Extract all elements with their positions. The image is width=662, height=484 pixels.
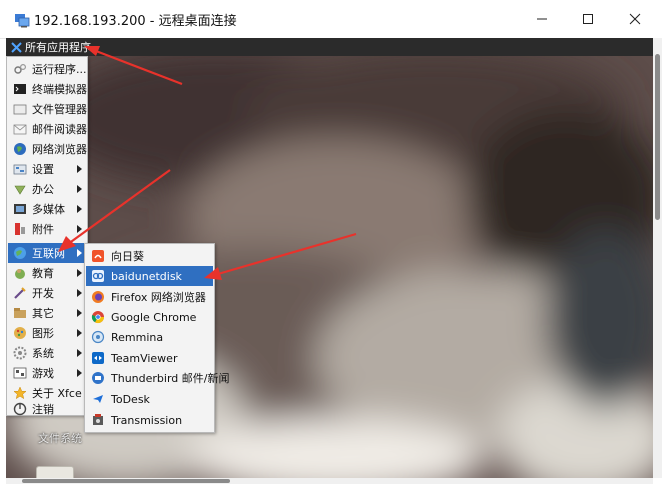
submenu-item-sunlogin[interactable]: 向日葵 [86,246,213,266]
chevron-right-icon [77,309,82,317]
settings-icon [13,164,27,175]
menu-item-run-program[interactable]: 运行程序... [8,59,87,79]
applications-menu-button[interactable]: 所有应用程序 [8,38,94,56]
menu-item-games[interactable]: 游戏 [8,363,86,383]
thunderbird-icon [92,372,104,384]
chevron-right-icon [77,205,82,213]
office-icon [14,185,26,195]
games-icon [13,367,27,379]
menu-item-internet[interactable]: 互联网 [8,243,86,263]
submenu-item-baidunetdisk[interactable]: baidunetdisk [86,266,213,286]
vertical-scroll-thumb[interactable] [655,54,660,220]
window-title: 192.168.193.200 - 远程桌面连接 [34,14,237,29]
submenu-item-transmission[interactable]: Transmission [86,410,213,430]
submenu-item-teamviewer[interactable]: TeamViewer [86,348,213,368]
chevron-right-icon [77,185,82,193]
menu-item-system[interactable]: 系统 [8,343,86,363]
development-icon [14,287,26,299]
menu-item-terminal[interactable]: 终端模拟器 [8,79,87,99]
chevron-right-icon [77,249,82,257]
logout-icon [13,402,27,416]
horizontal-scrollbar[interactable] [6,478,653,484]
submenu-item-remmina[interactable]: Remmina [86,327,213,347]
menu-item-about-xfce[interactable]: 关于 Xfce [8,383,86,403]
submenu-item-thunderbird[interactable]: Thunderbird 邮件/新闻 [86,368,229,388]
multimedia-icon [14,204,26,214]
menu-item-education[interactable]: 教育 [8,263,86,283]
internet-submenu: 向日葵 baidunetdisk Firefox 网络浏览器 Google Ch… [84,243,229,433]
submenu-item-google-chrome[interactable]: Google Chrome [86,307,213,327]
xfce-top-panel: 所有应用程序 [6,38,653,56]
minimize-button[interactable] [519,0,565,38]
menu-item-logout[interactable]: 注销 [8,402,86,416]
menu-item-file-manager[interactable]: 文件管理器 [8,99,87,119]
star-icon [13,386,27,400]
firefox-icon [92,291,104,303]
teamviewer-icon [92,352,104,364]
graphics-icon [14,327,26,339]
menu-item-settings[interactable]: 设置 [8,159,86,179]
folder-icon [13,104,27,115]
chevron-right-icon [77,225,82,233]
menu-item-office[interactable]: 办公 [8,179,86,199]
close-icon [629,13,641,25]
accessories-icon [15,223,25,235]
mail-icon [13,124,27,135]
desktop-icon-label: 文件系统 [38,432,82,445]
menu-item-development[interactable]: 开发 [8,283,86,303]
transmission-icon [93,414,103,425]
remote-desktop-icon [15,14,30,28]
menu-item-other[interactable]: 其它 [8,303,86,323]
chevron-right-icon [77,289,82,297]
todesk-icon [93,395,103,403]
xfce-logo-icon [11,41,22,53]
system-icon [13,346,27,360]
other-icon [14,308,26,318]
run-icon [14,63,27,74]
drive-icon[interactable] [36,466,74,478]
minimize-icon [537,18,547,20]
window-titlebar: 192.168.193.200 - 远程桌面连接 [0,0,662,39]
chevron-right-icon [77,165,82,173]
remmina-icon [91,330,105,344]
sunlogin-icon [92,250,104,262]
chevron-right-icon [77,369,82,377]
chevron-right-icon [77,329,82,337]
internet-icon [14,247,26,259]
menu-item-graphics[interactable]: 图形 [8,323,86,343]
menu-item-web-browser[interactable]: 网络浏览器 [8,139,87,159]
remote-desktop-viewport[interactable]: 所有应用程序 文件系统 运行程序... 终端模拟器 文件管理器 邮件阅读器 网络… [6,38,653,478]
submenu-item-todesk[interactable]: ToDesk [86,389,213,409]
horizontal-scroll-thumb[interactable] [22,479,230,483]
maximize-icon [583,14,593,24]
applications-menu-label: 所有应用程序 [25,41,91,54]
menu-item-multimedia[interactable]: 多媒体 [8,199,86,219]
terminal-icon [14,84,26,94]
maximize-button[interactable] [565,0,611,38]
chevron-right-icon [77,269,82,277]
menu-item-mail-reader[interactable]: 邮件阅读器 [8,119,87,139]
menu-item-accessories[interactable]: 附件 [8,219,86,239]
chrome-icon [91,311,104,324]
chevron-right-icon [77,349,82,357]
vertical-scrollbar[interactable] [653,38,662,478]
submenu-item-firefox[interactable]: Firefox 网络浏览器 [86,287,213,307]
globe-icon [14,143,26,155]
baidunetdisk-icon [92,270,104,282]
applications-menu: 运行程序... 终端模拟器 文件管理器 邮件阅读器 网络浏览器 设置 办公 多媒… [6,56,88,416]
close-button[interactable] [612,0,658,38]
education-icon [15,269,25,279]
